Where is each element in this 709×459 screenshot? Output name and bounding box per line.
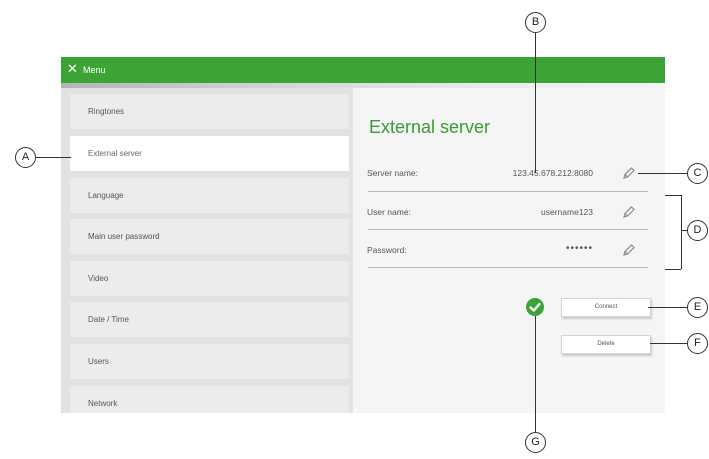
connect-button[interactable]: Connect — [561, 298, 651, 317]
sidebar-item-network[interactable]: Network — [70, 386, 349, 413]
callout-a: A — [15, 147, 36, 168]
callout-line-e — [648, 307, 688, 308]
callout-f: F — [687, 333, 708, 354]
external-server-panel: External server Server name: 123.45.678.… — [353, 88, 665, 413]
callout-d: D — [687, 220, 708, 241]
password-value: •••••• — [565, 243, 593, 254]
user-name-value: username123 — [541, 207, 593, 217]
callout-b: B — [525, 12, 546, 33]
callout-e: E — [687, 297, 708, 318]
edit-password-pencil-icon[interactable] — [622, 243, 636, 257]
callout-line-g — [535, 316, 536, 432]
callout-line-d-bracket — [681, 195, 682, 269]
menu-bar: ✕ Menu — [61, 57, 665, 83]
page-title: External server — [369, 117, 491, 137]
sidebar-item-video[interactable]: Video — [70, 261, 349, 296]
sidebar-item-label: Language — [88, 191, 124, 200]
sidebar-item-label: Video — [88, 274, 109, 283]
sidebar-item-language[interactable]: Language — [70, 178, 349, 213]
callout-g: G — [525, 432, 546, 453]
sidebar-item-ringtones[interactable]: Ringtones — [70, 94, 349, 129]
edit-server-name-pencil-icon[interactable] — [622, 166, 636, 180]
settings-sidebar: Ringtones External server Language Main … — [61, 88, 353, 413]
callout-line-c — [638, 173, 687, 174]
settings-screen: ✕ Menu Ringtones External server Languag… — [61, 57, 665, 413]
sidebar-item-label: External server — [88, 149, 142, 158]
callout-c: C — [687, 163, 708, 184]
server-name-label: Server name: — [367, 168, 419, 178]
sidebar-item-label: Ringtones — [88, 107, 125, 116]
callout-line-b — [535, 33, 536, 173]
user-name-label: User name: — [367, 207, 411, 217]
delete-button[interactable]: Delete — [561, 335, 651, 354]
sidebar-item-label: Network — [88, 399, 118, 408]
callout-line-a — [35, 157, 71, 158]
sidebar-item-date-time[interactable]: Date / Time — [70, 302, 349, 337]
sidebar-item-label: Users — [88, 357, 109, 366]
server-name-value: 123.45.678.212:8080 — [512, 168, 593, 178]
callout-line-d-top — [665, 195, 681, 196]
sidebar-item-external-server[interactable]: External server — [70, 136, 349, 171]
password-label: Password: — [367, 245, 407, 255]
divider — [368, 191, 648, 192]
close-icon[interactable]: ✕ — [67, 61, 78, 77]
sidebar-item-users[interactable]: Users — [70, 344, 349, 379]
divider — [368, 267, 648, 268]
sidebar-item-label: Date / Time — [88, 315, 129, 324]
callout-line-d-bottom — [665, 269, 681, 270]
edit-user-name-pencil-icon[interactable] — [622, 205, 636, 219]
divider — [368, 229, 648, 230]
sidebar-item-main-user-password[interactable]: Main user password — [70, 219, 349, 254]
sidebar-item-label: Main user password — [88, 232, 160, 241]
connected-check-icon — [526, 298, 544, 316]
callout-line-f — [650, 343, 688, 344]
menu-title: Menu — [83, 65, 106, 75]
